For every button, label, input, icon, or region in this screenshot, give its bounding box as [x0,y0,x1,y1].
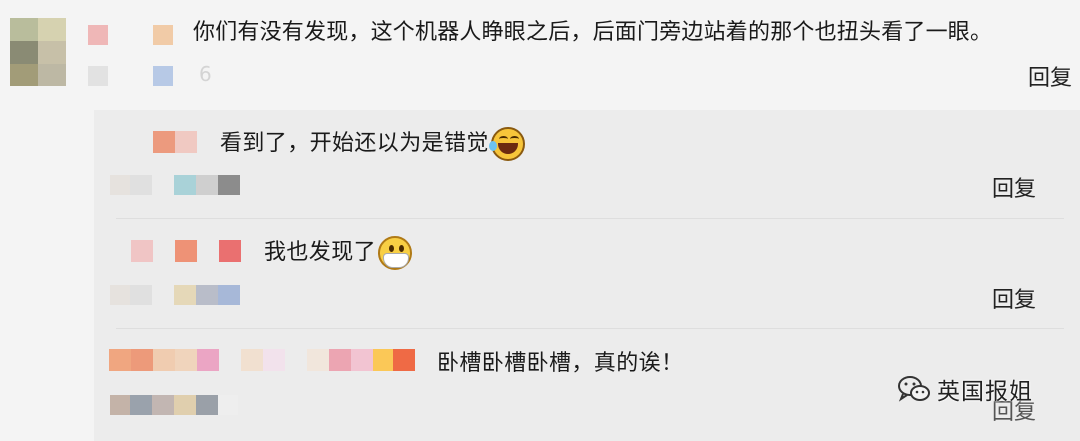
reply-button[interactable]: 回复 [992,282,1036,314]
reply-text-line: 看到了，开始还以为是错觉 [220,125,525,161]
divider [116,218,1064,219]
meta-partial-text: 6 [199,62,212,86]
divider [116,328,1064,329]
reply-button[interactable]: 回复 [992,171,1036,203]
comment-text: 你们有没有发现，这个机器人睁眼之后，后面门旁边站着的那个也扭头看了一眼。 [193,20,993,45]
reply-text: 看到了，开始还以为是错觉 [220,131,489,156]
wechat-icon [897,374,931,404]
reply-text-line: 我也发现了 [264,234,413,270]
mask-face-emoji-icon [378,236,413,270]
watermark-text: 英国报姐 [937,379,1033,405]
laugh-cry-emoji-icon [488,127,525,161]
reply-text: 卧槽卧槽卧槽，真的诶！ [437,351,684,376]
reply-button[interactable]: 回复 [1028,60,1072,92]
avatar[interactable] [10,18,66,86]
watermark: 英国报姐 [897,372,1033,406]
reply-text: 我也发现了 [264,240,377,265]
